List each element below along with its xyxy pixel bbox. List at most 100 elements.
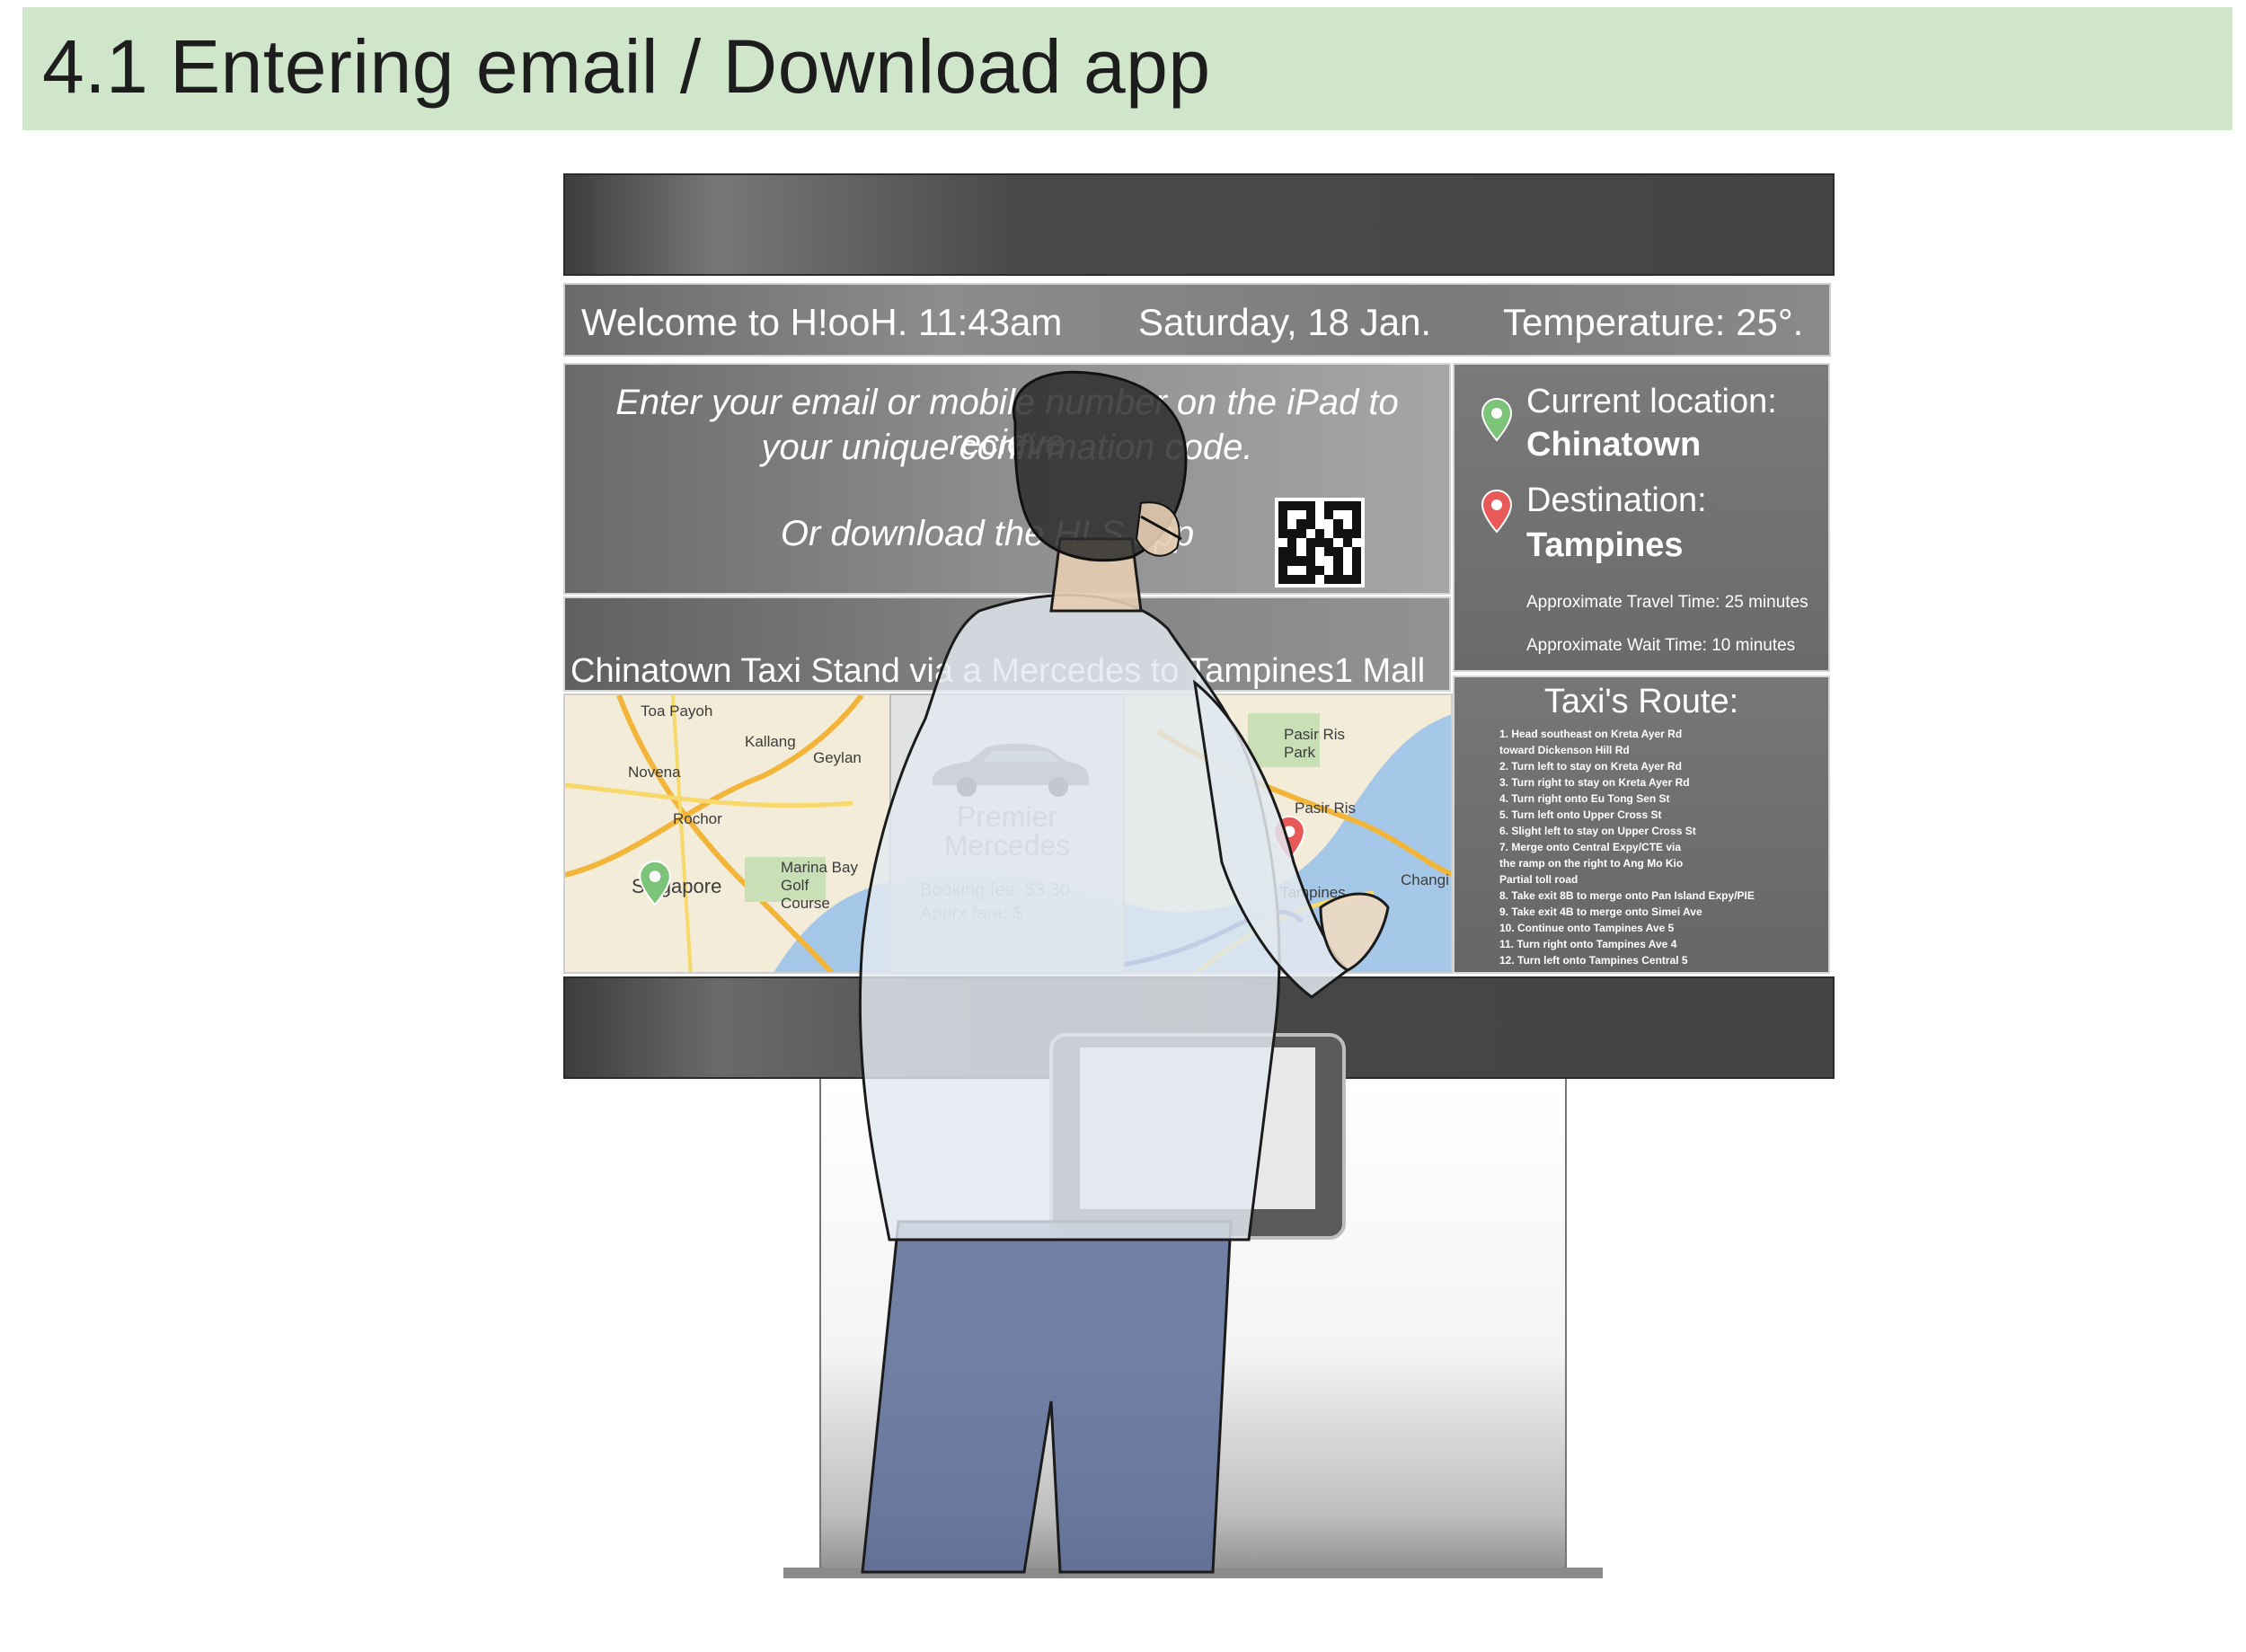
qr-module (1287, 565, 1297, 575)
map-label: Marina Bay Golf Course (781, 859, 858, 912)
qr-module (1296, 528, 1306, 538)
qr-module (1305, 537, 1315, 548)
qr-module (1351, 510, 1361, 520)
qr-module (1278, 519, 1288, 529)
qr-module (1314, 565, 1325, 575)
qr-module (1342, 556, 1352, 566)
route-step: 9. Take exit 4B to merge onto Simei Ave (1499, 906, 1702, 918)
ipad-device[interactable] (1049, 1033, 1346, 1240)
route-step: 1. Head southeast on Kreta Ayer Rd (1499, 728, 1683, 740)
qr-module (1351, 547, 1361, 557)
route-summary-text: Chinatown Taxi Stand via a Mercedes to T… (570, 652, 1426, 690)
map-label: Rochor (673, 810, 722, 827)
ipad-screen[interactable] (1080, 1047, 1315, 1209)
route-step: 3. Turn right to stay on Kreta Ayer Rd (1499, 776, 1690, 789)
qr-module (1287, 547, 1297, 557)
info-bar: Welcome to H!ooH. 11:43am Saturday, 18 J… (563, 283, 1831, 357)
qr-module (1305, 501, 1315, 511)
current-location-label: Current location: (1526, 383, 1777, 420)
qr-module (1278, 574, 1288, 584)
instructions-panel: Enter your email or mobile number on the… (563, 363, 1451, 595)
qr-module (1296, 501, 1306, 511)
route-step: 7. Merge onto Central Expy/CTE via (1499, 841, 1682, 853)
destination-label: Destination: (1526, 481, 1707, 519)
travel-time-text: Approximate Travel Time: 25 minutes (1526, 593, 1808, 612)
route-step: 2. Turn left to stay on Kreta Ayer Rd (1499, 760, 1682, 773)
qr-module (1296, 519, 1306, 529)
qr-module (1278, 528, 1288, 538)
qr-module (1296, 537, 1306, 548)
route-summary-bar: Chinatown Taxi Stand via a Mercedes to T… (563, 596, 1451, 692)
qr-module (1351, 537, 1361, 548)
qr-module (1287, 519, 1297, 529)
slide-title-banner: 4.1 Entering email / Download app (22, 7, 2233, 130)
temperature-text: Temperature: 25°. (1503, 301, 1804, 343)
kiosk-top-header (563, 173, 1835, 276)
qr-module (1342, 565, 1352, 575)
route-step: Partial toll road (1499, 873, 1578, 886)
qr-module (1296, 510, 1306, 520)
qr-module (1314, 574, 1325, 584)
qr-module (1333, 574, 1343, 584)
qr-module (1314, 501, 1325, 511)
qr-module (1324, 565, 1334, 575)
map-label: Changi (1401, 871, 1449, 888)
qr-module (1351, 528, 1361, 538)
qr-module (1342, 537, 1352, 548)
route-step: 5. Turn left onto Upper Cross St (1499, 808, 1662, 821)
qr-module (1314, 556, 1325, 566)
map-label: Kallang (745, 733, 796, 750)
qr-module (1342, 519, 1352, 529)
qr-module (1324, 547, 1334, 557)
destination-value: Tampines (1526, 526, 1684, 564)
slide-title: 4.1 Entering email / Download app (42, 24, 1211, 109)
qr-module (1351, 574, 1361, 584)
qr-module (1342, 547, 1352, 557)
red-location-pin-icon (1481, 489, 1513, 534)
download-app-text: Or download the H! S app (780, 514, 1195, 553)
qr-module (1296, 556, 1306, 566)
qr-module (1351, 565, 1361, 575)
booking-fee-text: Booking fee: $3.30 (920, 880, 1070, 900)
map-label: Tampines (1280, 884, 1346, 901)
qr-module (1333, 519, 1343, 529)
qr-module (1333, 565, 1343, 575)
qr-module (1287, 501, 1297, 511)
date-text: Saturday, 18 Jan. (1138, 301, 1432, 343)
qr-module (1324, 519, 1334, 529)
qr-module (1287, 510, 1297, 520)
qr-module (1333, 556, 1343, 566)
car-option-card[interactable]: Premier Mercedes Booking fee: $3.30 Appr… (889, 693, 1125, 974)
red-location-pin-icon[interactable] (1271, 812, 1307, 864)
qr-module (1278, 537, 1288, 548)
map-label: Novena (628, 764, 681, 781)
route-step: toward Dickenson Hill Rd (1499, 744, 1630, 756)
location-panel: Current location: Chinatown Destination:… (1453, 363, 1830, 672)
map-label: Geylan (813, 749, 862, 766)
green-location-pin-icon[interactable] (637, 857, 673, 909)
qr-module (1278, 501, 1288, 511)
qr-code-icon[interactable] (1275, 498, 1365, 587)
qr-module (1314, 519, 1325, 529)
approx-fare-text: Apprx fare: $ (920, 904, 1023, 923)
qr-module (1287, 537, 1297, 548)
qr-module (1305, 565, 1315, 575)
current-location-value: Chinatown (1526, 426, 1702, 464)
qr-module (1351, 556, 1361, 566)
qr-module (1278, 565, 1288, 575)
qr-module (1333, 510, 1343, 520)
wait-time-text: Approximate Wait Time: 10 minutes (1526, 636, 1796, 655)
qr-module (1305, 574, 1315, 584)
qr-module (1305, 528, 1315, 538)
qr-module (1314, 547, 1325, 557)
map-label: Toa Payoh (641, 702, 713, 720)
qr-module (1287, 556, 1297, 566)
qr-module (1351, 501, 1361, 511)
taxi-route-panel: Taxi's Route: 1. Head southeast on Kreta… (1453, 676, 1830, 974)
qr-module (1296, 574, 1306, 584)
qr-module (1296, 565, 1306, 575)
qr-module (1342, 510, 1352, 520)
route-steps-list: 1. Head southeast on Kreta Ayer Rd towar… (1499, 726, 1755, 968)
qr-module (1324, 501, 1334, 511)
instruction-line-2: your unique confirmation code. (761, 428, 1253, 467)
